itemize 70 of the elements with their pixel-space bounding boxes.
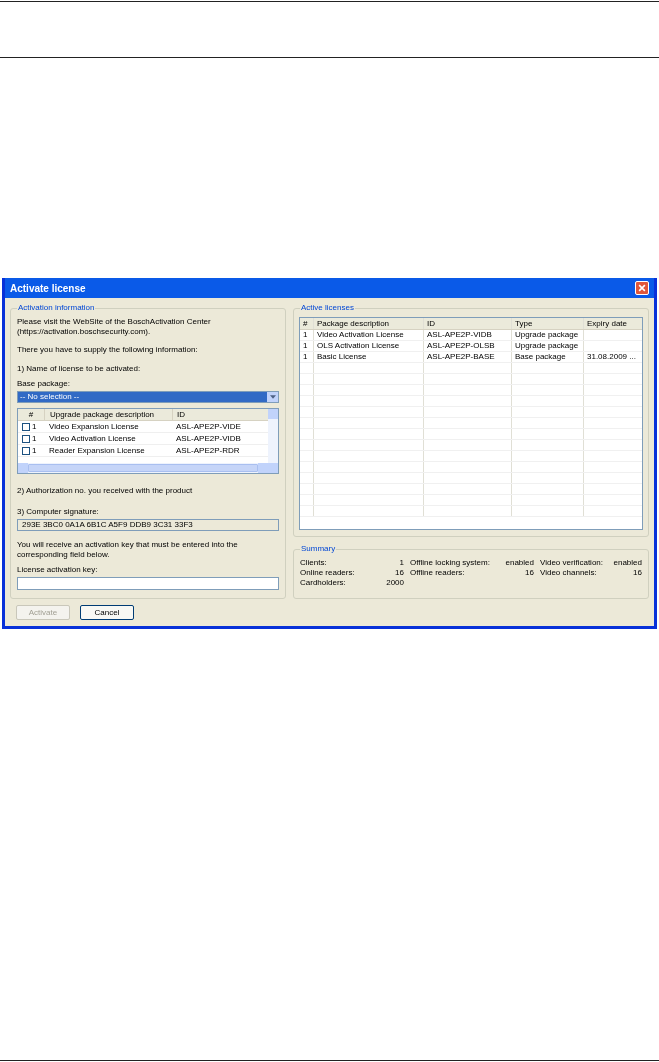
- summary-label: Clients:: [300, 558, 327, 568]
- vertical-scrollbar[interactable]: [268, 409, 278, 473]
- field-label: Base package:: [17, 379, 71, 389]
- signature-field: 293E 3BC0 0A1A 6B1C A5F9 DDB9 3C31 33F3: [17, 519, 279, 531]
- caret-icon: [269, 395, 276, 399]
- checkbox[interactable]: [22, 446, 30, 455]
- step-label: 3) Computer signature:: [17, 507, 100, 517]
- horizontal-scrollbar-thumb[interactable]: [28, 464, 258, 472]
- table-cell: ASL-APE2P-VIDB: [427, 329, 492, 341]
- table-cell: Upgrade package: [515, 329, 579, 341]
- instruction-text: (https://activation.boschsecurity.com).: [17, 327, 152, 337]
- table-cell: 1: [303, 351, 308, 363]
- table-cell: Base package: [515, 351, 566, 363]
- step-label: 1) Name of license to be activated:: [17, 364, 142, 374]
- column-header[interactable]: #: [303, 317, 308, 330]
- table-cell: Reader Expansion License: [49, 445, 145, 455]
- table-cell: ASL-APE2P-OLSB: [427, 340, 495, 352]
- summary-label: Offline locking system:: [410, 558, 490, 568]
- summary-value: 16: [395, 568, 404, 578]
- cancel-button[interactable]: Cancel: [80, 605, 134, 620]
- instruction-text: Please visit the WebSite of the BoschActivation Center: [17, 317, 212, 327]
- table-cell: 1: [32, 444, 37, 457]
- column-header[interactable]: #: [28, 409, 34, 419]
- window-title: Activate license: [10, 281, 86, 296]
- table-cell: 31.08.2009 ...: [587, 351, 636, 363]
- table-cell: 1: [303, 329, 308, 341]
- instruction-text: You will receive an activation key that must be entered into the: [17, 540, 239, 550]
- summary-label: Cardholders:: [300, 578, 346, 588]
- summary-label: Online readers:: [300, 568, 355, 578]
- summary-label: Video channels:: [540, 568, 597, 578]
- summary-value: 1: [399, 558, 404, 568]
- column-header[interactable]: Package description: [317, 317, 390, 330]
- table-cell: Video Expansion License: [49, 421, 139, 431]
- checkbox[interactable]: [22, 434, 30, 443]
- table-cell: ASL-APE2P-VIDB: [176, 433, 241, 443]
- checkbox[interactable]: [22, 422, 30, 431]
- group-title: Active licenses: [300, 303, 355, 313]
- table-cell: ASL-APE2P-VIDE: [176, 421, 241, 431]
- group-title: Activation information: [17, 303, 96, 313]
- column-header[interactable]: Type: [515, 317, 533, 330]
- table-cell: 1: [303, 340, 308, 352]
- instruction-text: corresponding field below.: [17, 550, 111, 560]
- table-cell: 1: [32, 432, 37, 445]
- close-button[interactable]: [635, 281, 649, 295]
- column-header[interactable]: Expiry date: [587, 317, 628, 330]
- table-cell: ASL-APE2P-RDR: [176, 445, 240, 455]
- table-cell: OLS Activation License: [317, 340, 400, 352]
- column-header[interactable]: Upgrade package description: [50, 409, 155, 419]
- column-header[interactable]: ID: [427, 317, 435, 330]
- table-cell: Upgrade package: [515, 340, 579, 352]
- base-package-dropdown[interactable]: -- No selection --: [17, 391, 279, 403]
- summary-value: 2000: [386, 578, 404, 588]
- table-cell: Basic License: [317, 351, 367, 363]
- summary-value: 16: [633, 568, 642, 578]
- activation-key-field[interactable]: [17, 577, 279, 590]
- summary-label: Video verification:: [540, 558, 603, 568]
- instruction-text: There you have to supply the following information:: [17, 345, 199, 355]
- summary-value: enabled: [613, 558, 642, 568]
- field-label: License activation key:: [17, 565, 99, 575]
- table-cell: ASL-APE2P-BASE: [427, 351, 495, 363]
- column-header[interactable]: ID: [177, 409, 185, 419]
- close-icon: [638, 284, 646, 292]
- summary-label: Offline readers:: [410, 568, 465, 578]
- table-cell: 1: [32, 420, 37, 433]
- summary-value: 16: [525, 568, 534, 578]
- step-label: 2) Authorization no. you received with the product: [17, 486, 194, 496]
- table-cell: Video Activation License: [317, 329, 404, 341]
- table-cell: Video Activation License: [49, 433, 136, 443]
- summary-value: enabled: [505, 558, 534, 568]
- group-title: Summary: [300, 544, 337, 554]
